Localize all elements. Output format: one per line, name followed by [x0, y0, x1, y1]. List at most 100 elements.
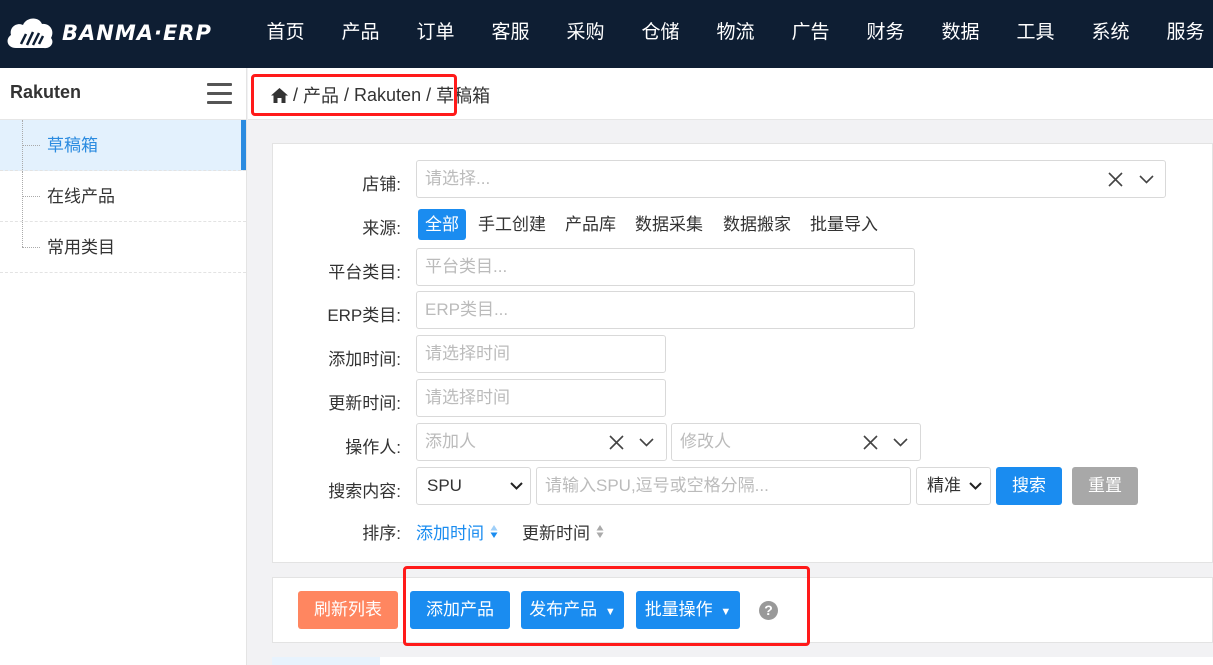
- nav-ads[interactable]: 广告: [773, 0, 848, 68]
- match-mode-value: 精准: [927, 476, 961, 495]
- erp-category-label: ERP类目:: [327, 306, 401, 325]
- source-option-all[interactable]: 全部: [418, 209, 466, 240]
- nav-finance[interactable]: 财务: [848, 0, 923, 68]
- publish-product-button[interactable]: 发布产品 ▼: [521, 591, 624, 629]
- source-option-manual[interactable]: 手工创建: [471, 209, 553, 240]
- sidebar-item-label: 草稿箱: [47, 136, 98, 155]
- caret-down-icon: ▼: [720, 606, 732, 618]
- nav-home[interactable]: 首页: [248, 0, 323, 68]
- brand-name: BANMA·ERP: [62, 21, 212, 45]
- sort-arrows-icon: [490, 525, 498, 538]
- breadcrumb-separator: /: [293, 84, 299, 105]
- sidebar-item-common-categories[interactable]: 常用类目: [0, 222, 246, 273]
- cloud-logo-icon: [7, 18, 53, 49]
- batch-operation-label: 批量操作: [644, 600, 713, 619]
- sidebar: Rakuten 草稿箱 在线产品 常用类目: [0, 68, 247, 665]
- sidebar-header: Rakuten: [0, 68, 246, 120]
- caret-down-icon: ▼: [604, 606, 616, 618]
- sort-option-label: 更新时间: [522, 524, 590, 543]
- breadcrumb-drafts: 草稿箱: [436, 86, 491, 106]
- sidebar-item-online-products[interactable]: 在线产品: [0, 171, 246, 222]
- modifier-select[interactable]: 修改人: [671, 423, 921, 461]
- search-field-select[interactable]: SPU: [416, 467, 531, 505]
- chevron-down-icon: [510, 468, 523, 504]
- match-mode-select[interactable]: 精准: [916, 467, 991, 505]
- table-area: [272, 657, 1213, 665]
- breadcrumb-separator: /: [426, 84, 432, 105]
- platform-category-label: 平台类目:: [328, 263, 401, 282]
- sidebar-title: Rakuten: [10, 82, 82, 102]
- added-time-picker[interactable]: 请选择时间: [416, 335, 666, 373]
- source-option-batch-import[interactable]: 批量导入: [803, 209, 885, 240]
- erp-category-placeholder: ERP类目...: [425, 300, 509, 319]
- filter-panel: 店铺: 请选择... 来源: 全部 手工创建 产品库 数据采集 数据搬家 批量导…: [272, 143, 1213, 563]
- home-icon[interactable]: [271, 87, 288, 103]
- platform-category-placeholder: 平台类目...: [425, 257, 508, 276]
- clear-icon[interactable]: [1108, 161, 1123, 197]
- refresh-list-button[interactable]: 刷新列表: [298, 591, 398, 629]
- menu-toggle-icon[interactable]: [207, 83, 232, 104]
- nav-warehouse[interactable]: 仓储: [623, 0, 698, 68]
- chevron-down-icon[interactable]: [893, 424, 908, 460]
- adder-placeholder: 添加人: [425, 432, 476, 451]
- sort-option-label: 添加时间: [416, 524, 484, 543]
- added-time-placeholder: 请选择时间: [425, 344, 510, 363]
- operator-label: 操作人:: [345, 438, 401, 457]
- add-product-button[interactable]: 添加产品: [410, 591, 510, 629]
- search-input[interactable]: 请输入SPU,逗号或空格分隔...: [536, 467, 911, 505]
- help-icon[interactable]: ?: [759, 601, 778, 620]
- sidebar-item-drafts[interactable]: 草稿箱: [0, 120, 246, 171]
- nav-products[interactable]: 产品: [323, 0, 398, 68]
- nav-data[interactable]: 数据: [923, 0, 998, 68]
- breadcrumb: / 产品 / Rakuten / 草稿箱: [271, 82, 490, 108]
- nav-logistics[interactable]: 物流: [698, 0, 773, 68]
- reset-button[interactable]: 重置: [1072, 467, 1138, 505]
- search-content-label: 搜索内容:: [328, 482, 401, 501]
- sort-by-added-time[interactable]: 添加时间: [416, 519, 498, 544]
- updated-time-label: 更新时间:: [328, 394, 401, 413]
- sort-arrows-icon: [596, 525, 604, 538]
- erp-category-input[interactable]: ERP类目...: [416, 291, 915, 329]
- platform-category-input[interactable]: 平台类目...: [416, 248, 915, 286]
- nav-service[interactable]: 服务: [1148, 0, 1213, 68]
- shop-select[interactable]: 请选择...: [416, 160, 1166, 198]
- sort-by-updated-time[interactable]: 更新时间: [522, 519, 604, 544]
- nav-orders[interactable]: 订单: [398, 0, 473, 68]
- breadcrumb-bar: / 产品 / Rakuten / 草稿箱: [248, 68, 1213, 120]
- nav-tools[interactable]: 工具: [998, 0, 1073, 68]
- source-option-data-migration[interactable]: 数据搬家: [716, 209, 798, 240]
- added-time-label: 添加时间:: [328, 350, 401, 369]
- main-nav: 首页 产品 订单 客服 采购 仓储 物流 广告 财务 数据 工具 系统 服务: [248, 0, 1213, 68]
- action-toolbar: 刷新列表 添加产品 发布产品 ▼ 批量操作 ▼ ?: [272, 577, 1213, 643]
- nav-system[interactable]: 系统: [1073, 0, 1148, 68]
- source-label: 来源:: [362, 219, 401, 238]
- clear-icon[interactable]: [609, 424, 624, 460]
- updated-time-placeholder: 请选择时间: [425, 388, 510, 407]
- source-option-data-collection[interactable]: 数据采集: [628, 209, 710, 240]
- chevron-down-icon[interactable]: [639, 424, 654, 460]
- modifier-placeholder: 修改人: [680, 432, 731, 451]
- sort-label: 排序:: [362, 524, 401, 543]
- chevron-down-icon[interactable]: [1139, 161, 1154, 197]
- updated-time-picker[interactable]: 请选择时间: [416, 379, 666, 417]
- breadcrumb-separator: /: [344, 84, 350, 105]
- brand-logo[interactable]: BANMA·ERP: [4, 10, 212, 56]
- breadcrumb-products[interactable]: 产品: [303, 82, 339, 108]
- sidebar-item-label: 在线产品: [47, 187, 115, 206]
- clear-icon[interactable]: [863, 424, 878, 460]
- top-nav-bar: BANMA·ERP 首页 产品 订单 客服 采购 仓储 物流 广告 财务 数据 …: [0, 0, 1213, 68]
- search-field-value: SPU: [427, 476, 462, 495]
- nav-customer-service[interactable]: 客服: [473, 0, 548, 68]
- tree-line: [22, 222, 23, 247]
- search-button[interactable]: 搜索: [996, 467, 1062, 505]
- chevron-down-icon: [969, 468, 982, 504]
- shop-placeholder: 请选择...: [425, 169, 491, 188]
- nav-purchasing[interactable]: 采购: [548, 0, 623, 68]
- adder-select[interactable]: 添加人: [416, 423, 667, 461]
- shop-label: 店铺:: [362, 175, 401, 194]
- publish-product-label: 发布产品: [529, 600, 598, 619]
- breadcrumb-rakuten[interactable]: Rakuten: [354, 85, 421, 106]
- source-option-product-library[interactable]: 产品库: [558, 209, 623, 240]
- batch-operation-button[interactable]: 批量操作 ▼: [636, 591, 740, 629]
- table-tab: [272, 657, 380, 665]
